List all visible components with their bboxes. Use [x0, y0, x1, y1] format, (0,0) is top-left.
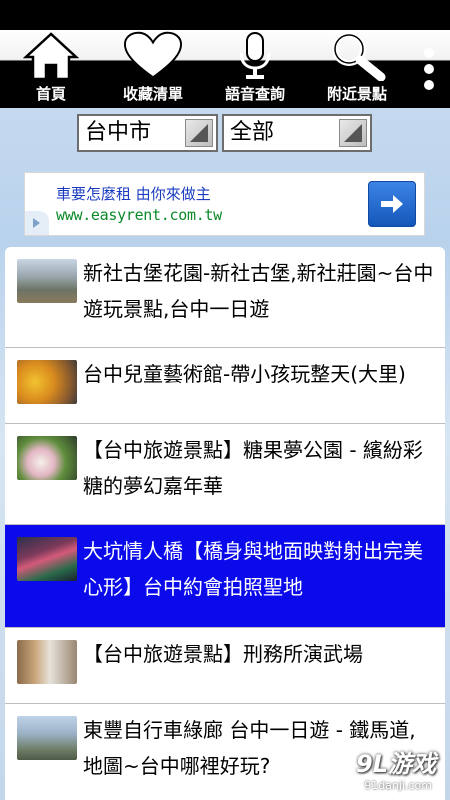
attraction-thumbnail [17, 716, 77, 760]
toolbar-home-button[interactable]: 首頁 [0, 30, 102, 108]
toolbar-voice-search-button[interactable]: 語音查詢 [204, 30, 306, 108]
list-item-selected[interactable]: 大坑情人橋【橋身與地面映對射出完美心形】台中約會拍照聖地 [5, 525, 445, 628]
arrow-right-icon [381, 195, 403, 213]
city-select-value: 台中市 [85, 120, 152, 145]
search-icon [327, 31, 387, 81]
toolbar-favorites-label: 收藏清單 [122, 85, 183, 103]
main-toolbar: 首頁 收藏清單 語音查詢 附近景點 [0, 30, 450, 108]
ad-headline: 車要怎麼租 由你來做主 [56, 185, 211, 203]
category-select[interactable]: 全部 [222, 114, 372, 152]
list-item[interactable]: 新社古堡花園-新社古堡,新社莊園~台中遊玩景點,台中一日遊 [5, 247, 445, 348]
list-item-title: 【台中旅遊景點】刑務所演武場 [83, 642, 363, 666]
dropdown-arrow-icon [339, 119, 367, 147]
list-item[interactable]: 【台中旅遊景點】刑務所演武場 [5, 628, 445, 704]
watermark-site: 91danji.com [364, 779, 432, 792]
list-item-title: 新社古堡花園-新社古堡,新社莊園~台中遊玩景點,台中一日遊 [83, 261, 434, 321]
toolbar-voice-search-label: 語音查詢 [224, 85, 285, 103]
list-item-title: 大坑情人橋【橋身與地面映對射出完美心形】台中約會拍照聖地 [83, 539, 423, 599]
ad-choices-icon[interactable] [25, 211, 49, 235]
ad-url: www.easyrent.com.tw [56, 206, 222, 224]
home-icon [21, 31, 81, 81]
more-vertical-icon[interactable] [408, 30, 450, 108]
filter-bar: 台中市 全部 [0, 108, 450, 166]
list-item-title: 台中兒童藝術館-帶小孩玩整天(大里) [83, 362, 406, 386]
watermark-brand: 9L游戏 [356, 750, 436, 778]
ad-banner[interactable]: 車要怎麼租 由你來做主 www.easyrent.com.tw [24, 172, 425, 236]
dropdown-arrow-icon [185, 119, 213, 147]
attraction-thumbnail [17, 436, 77, 480]
status-bar [0, 0, 450, 30]
microphone-icon [225, 31, 285, 81]
city-select[interactable]: 台中市 [77, 114, 218, 152]
attraction-thumbnail [17, 360, 77, 404]
attraction-thumbnail [17, 640, 77, 684]
toolbar-home-label: 首頁 [35, 85, 66, 103]
attraction-list: 新社古堡花園-新社古堡,新社莊園~台中遊玩景點,台中一日遊 台中兒童藝術館-帶小… [5, 247, 445, 800]
heart-icon [123, 31, 183, 81]
watermark-logo: 9L游戏 91danji.com [336, 744, 436, 792]
toolbar-nearby-label: 附近景點 [326, 85, 387, 103]
attraction-thumbnail [17, 259, 77, 303]
list-item[interactable]: 台中兒童藝術館-帶小孩玩整天(大里) [5, 348, 445, 424]
ad-go-button[interactable] [368, 181, 416, 227]
attraction-thumbnail [17, 537, 77, 581]
list-item-title: 【台中旅遊景點】糖果夢公園 - 繽紛彩糖的夢幻嘉年華 [83, 438, 423, 498]
list-item[interactable]: 【台中旅遊景點】糖果夢公園 - 繽紛彩糖的夢幻嘉年華 [5, 424, 445, 525]
category-select-value: 全部 [230, 120, 275, 145]
toolbar-favorites-button[interactable]: 收藏清單 [102, 30, 204, 108]
toolbar-nearby-button[interactable]: 附近景點 [306, 30, 408, 108]
